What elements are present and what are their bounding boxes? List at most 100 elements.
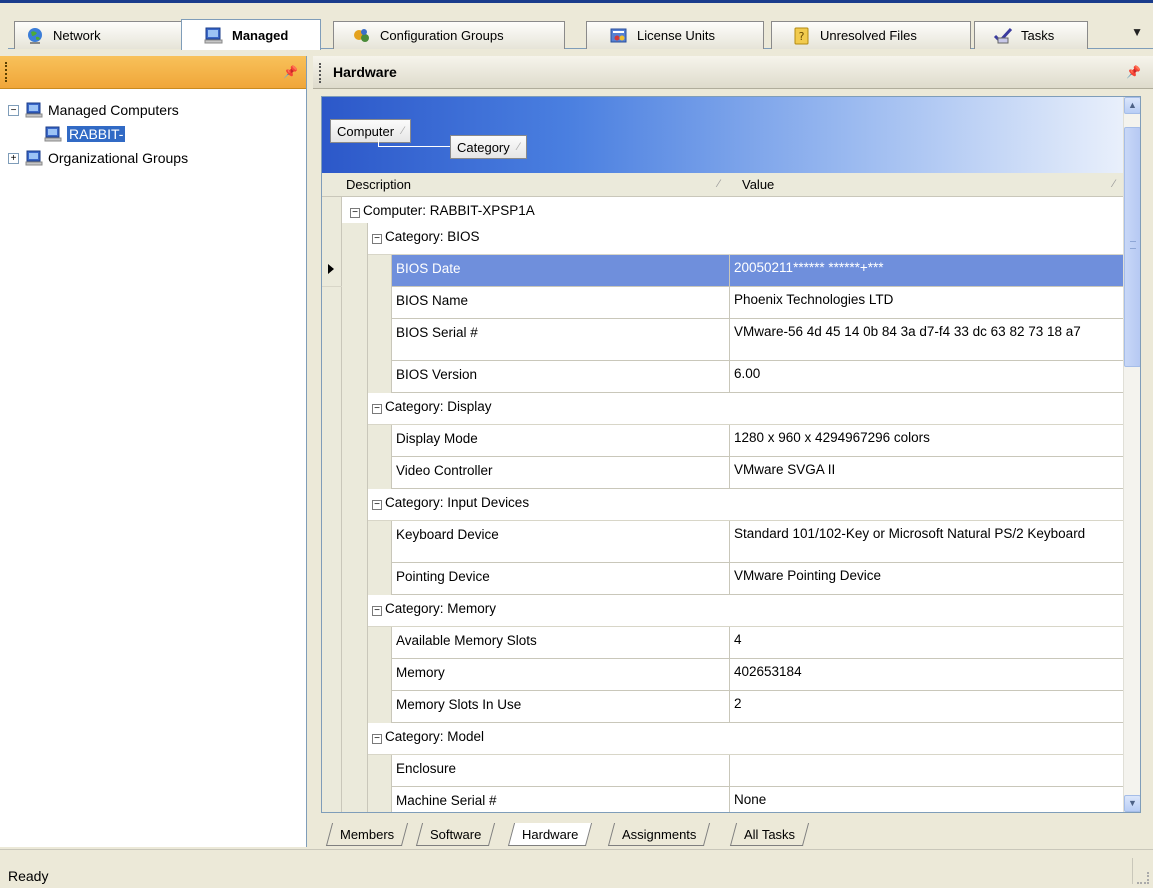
cell-description: Enclosure: [392, 755, 730, 787]
tab-tasks-label: Tasks: [1021, 28, 1055, 43]
hardware-panel: Hardware 📌 Computer ⁄ Category ⁄ Descrip…: [313, 56, 1153, 847]
left-panel-header: 📌: [0, 56, 306, 89]
pin-icon[interactable]: 📌: [1126, 65, 1141, 79]
collapse-toggle-icon[interactable]: −: [372, 234, 382, 244]
tree-label: Managed Computers: [48, 102, 179, 118]
tree-item-rabbit[interactable]: RABBIT-: [8, 122, 306, 146]
tab-assignments[interactable]: Assignments: [607, 823, 711, 846]
tree-item-managed-computers[interactable]: − Managed Computers: [8, 98, 306, 122]
sort-glyph-icon: ⁄: [402, 125, 404, 137]
column-header-value[interactable]: Value: [742, 177, 774, 192]
table-row[interactable]: Enclosure: [322, 755, 1123, 787]
cell-value: 2: [730, 691, 1123, 723]
tab-label: Software: [430, 827, 482, 842]
table-row[interactable]: Pointing Device VMware Pointing Device: [322, 563, 1123, 595]
table-row[interactable]: BIOS Name Phoenix Technologies LTD: [322, 287, 1123, 319]
tab-network-label: Network: [53, 28, 101, 43]
tab-license-units[interactable]: License Units: [586, 21, 764, 49]
computer-icon: [25, 150, 43, 166]
tab-label: Members: [340, 827, 395, 842]
computer-icon: [204, 27, 223, 44]
tree-label: Organizational Groups: [48, 150, 189, 166]
svg-text:?: ?: [799, 30, 805, 43]
status-bar: Ready: [0, 849, 1153, 888]
group-row-category[interactable]: − Category: Display: [322, 393, 1123, 425]
scrollbar-thumb[interactable]: [1124, 127, 1140, 367]
cell-description: Video Controller: [392, 457, 730, 489]
panel-title: Hardware: [333, 64, 397, 80]
cell-description: Keyboard Device: [392, 521, 730, 563]
panel-grip-icon[interactable]: [5, 62, 8, 82]
tab-unresolved-files[interactable]: ? Unresolved Files: [771, 21, 971, 49]
computer-icon: [25, 102, 43, 118]
scroll-down-icon[interactable]: ▼: [1124, 795, 1140, 812]
pin-icon[interactable]: 📌: [283, 65, 298, 79]
group-row-label: Category: Model: [385, 729, 485, 744]
scroll-up-icon[interactable]: ▲: [1124, 97, 1140, 114]
group-row-label: Category: Display: [385, 399, 492, 414]
table-row[interactable]: BIOS Serial # VMware-56 4d 45 14 0b 84 3…: [322, 319, 1123, 361]
sort-glyph-icon: ⁄: [718, 178, 720, 190]
cell-description: BIOS Name: [392, 287, 730, 319]
collapse-toggle-icon[interactable]: −: [372, 500, 382, 510]
table-row[interactable]: Keyboard Device Standard 101/102-Key or …: [322, 521, 1123, 563]
group-row-label: Category: Input Devices: [385, 495, 530, 510]
group-row-computer[interactable]: − Computer: RABBIT-XPSP1A: [322, 197, 1123, 223]
column-header-description[interactable]: Description: [346, 177, 411, 192]
table-row[interactable]: Memory 402653184: [322, 659, 1123, 691]
cell-value: VMware SVGA II: [730, 457, 1123, 489]
collapse-toggle-icon[interactable]: −: [350, 208, 360, 218]
table-row[interactable]: BIOS Date 20050211****** ******+***: [322, 255, 1123, 287]
hardware-grid: Computer ⁄ Category ⁄ Description ⁄ Valu…: [321, 96, 1141, 813]
resize-grip-icon[interactable]: [1137, 872, 1149, 884]
table-row[interactable]: Memory Slots In Use 2: [322, 691, 1123, 723]
tab-managed[interactable]: Managed: [181, 19, 321, 50]
status-separator: [1132, 858, 1133, 884]
group-row-category[interactable]: − Category: Memory: [322, 595, 1123, 627]
globe-icon: [28, 27, 42, 44]
tab-tasks[interactable]: Tasks: [974, 21, 1088, 49]
tab-all-tasks[interactable]: All Tasks: [729, 823, 810, 846]
grid-rows: − Computer: RABBIT-XPSP1A − Category: BIOS…: [322, 197, 1123, 812]
group-row-category[interactable]: − Category: Model: [322, 723, 1123, 755]
column-header-row: Description ⁄ Value ⁄: [322, 173, 1123, 197]
table-row[interactable]: Machine Serial # None: [322, 787, 1123, 812]
tab-license-units-label: License Units: [637, 28, 716, 43]
app-window: Network Managed Configuration Groups Lic…: [0, 0, 1153, 888]
cell-description: BIOS Serial #: [392, 319, 730, 361]
tab-members[interactable]: Members: [325, 823, 409, 846]
left-tree-panel: 📌 − Managed Computers RABBIT- + Organiza…: [0, 56, 307, 847]
unresolved-file-icon: ?: [794, 27, 809, 44]
group-row-category[interactable]: − Category: BIOS: [322, 223, 1123, 255]
tab-overflow-dropdown-icon[interactable]: ▼: [1131, 25, 1143, 39]
table-row[interactable]: Video Controller VMware SVGA II: [322, 457, 1123, 489]
vertical-scrollbar[interactable]: ▲ ▼: [1123, 97, 1140, 812]
collapse-toggle-icon[interactable]: −: [8, 104, 19, 116]
table-row[interactable]: Display Mode 1280 x 960 x 4294967296 col…: [322, 425, 1123, 457]
group-row-label: Computer: RABBIT-XPSP1A: [363, 203, 535, 218]
collapse-toggle-icon[interactable]: −: [372, 606, 382, 616]
tab-configuration-groups[interactable]: Configuration Groups: [333, 21, 565, 49]
table-row[interactable]: Available Memory Slots 4: [322, 627, 1123, 659]
panel-grip-icon[interactable]: [319, 63, 321, 83]
collapse-toggle-icon[interactable]: −: [372, 404, 382, 414]
table-row[interactable]: BIOS Version 6.00: [322, 361, 1123, 393]
license-icon: [610, 28, 627, 42]
tab-hardware[interactable]: Hardware: [507, 823, 593, 846]
hardware-panel-header: Hardware 📌: [313, 56, 1153, 89]
expand-toggle-icon[interactable]: +: [8, 152, 19, 164]
tree-label-selected: RABBIT-: [67, 126, 126, 142]
group-connector: [378, 137, 450, 147]
tree-item-organizational-groups[interactable]: + Organizational Groups: [8, 146, 306, 170]
tab-network[interactable]: Network: [14, 21, 184, 49]
collapse-toggle-icon[interactable]: −: [372, 734, 382, 744]
group-row-category[interactable]: − Category: Input Devices: [322, 489, 1123, 521]
cell-value: None: [730, 787, 1123, 812]
tab-software[interactable]: Software: [415, 823, 496, 846]
cell-description: Memory: [392, 659, 730, 691]
main-tab-strip: Network Managed Configuration Groups Lic…: [0, 0, 1153, 50]
sort-glyph-icon: ⁄: [1113, 178, 1115, 190]
group-chip-category[interactable]: Category ⁄: [450, 135, 527, 159]
bottom-tab-strip: Members Software Hardware Assignments Al…: [321, 823, 1141, 847]
cell-value: 1280 x 960 x 4294967296 colors: [730, 425, 1123, 457]
